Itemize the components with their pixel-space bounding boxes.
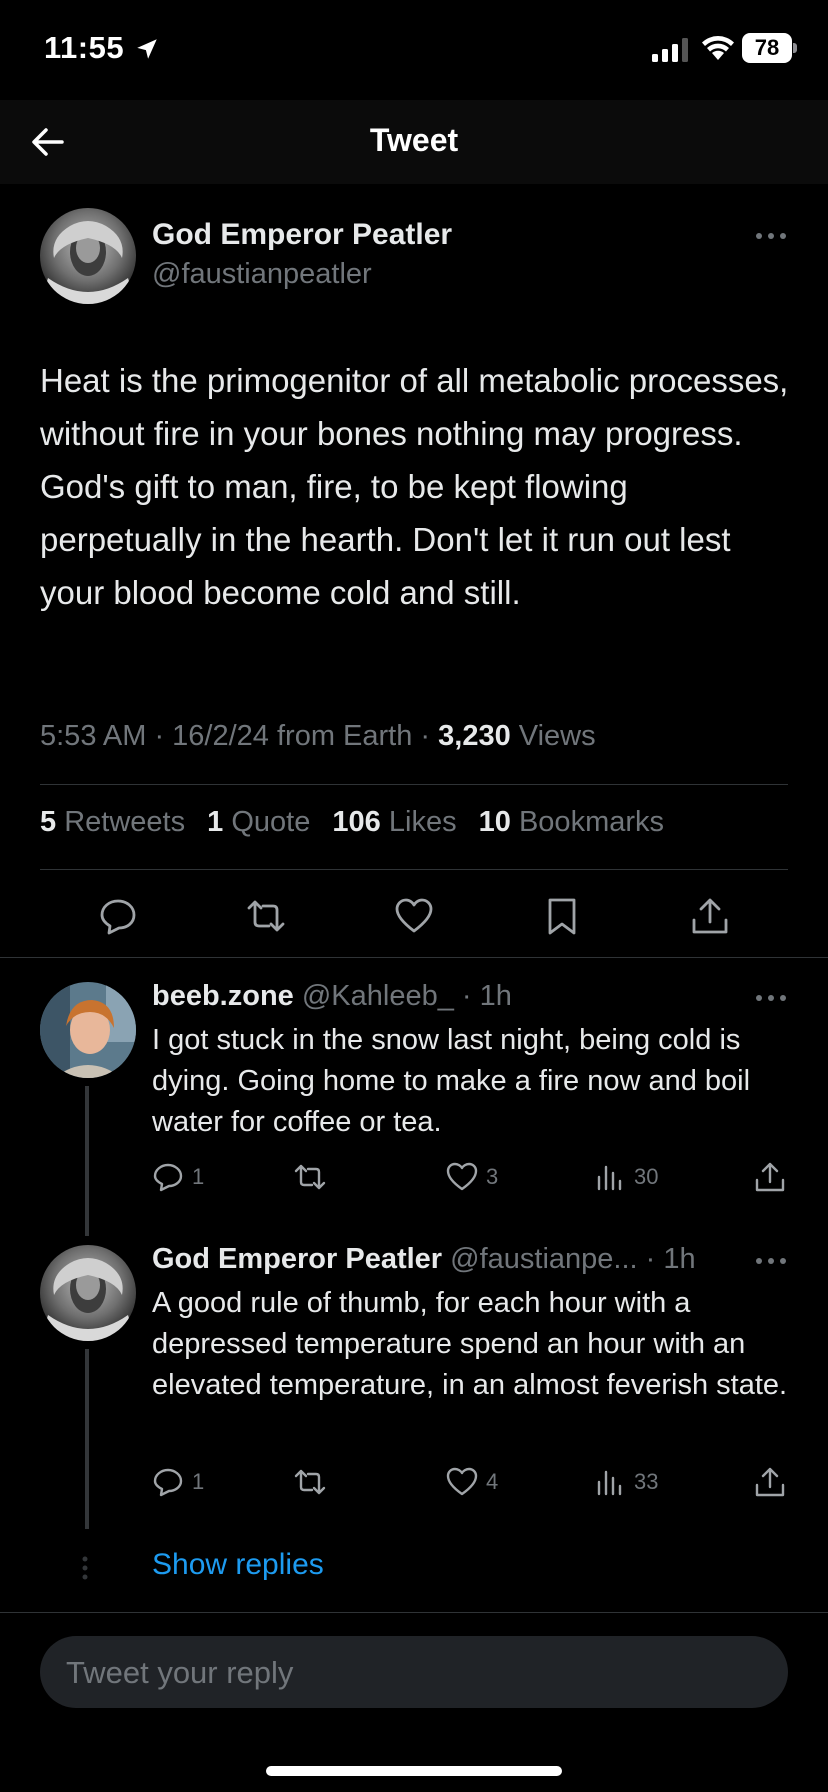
more-options-icon[interactable]: [755, 1257, 787, 1265]
view-count: 33: [634, 1469, 659, 1494]
like-button[interactable]: 4: [446, 1465, 498, 1499]
reply-handle-time[interactable]: @Kahleeb_ · 1h: [294, 980, 512, 1012]
reply-action-bar: 1 3 30: [152, 1160, 802, 1200]
quotes-stat[interactable]: 1 Quote: [207, 806, 310, 839]
reply-avatar[interactable]: [40, 982, 136, 1078]
retweet-icon: [294, 1469, 326, 1495]
views-bar-chart-icon: [597, 1470, 622, 1496]
avatar-image: [40, 208, 136, 304]
more-options-icon[interactable]: [755, 232, 787, 240]
thread-dots-icon: [82, 1556, 88, 1580]
author-avatar[interactable]: [40, 208, 136, 304]
thread-line: [85, 1086, 89, 1236]
share-icon: [755, 1162, 785, 1192]
avatar-image: [40, 982, 136, 1078]
wifi-icon: [702, 36, 734, 60]
views-label: Views: [510, 720, 596, 752]
tweet-stats: 5 Retweets 1 Quote 106 Likes 10 Bookmark…: [40, 806, 678, 839]
battery-icon: 78: [742, 33, 798, 63]
like-heart-icon[interactable]: [394, 896, 434, 936]
tweet-text: Heat is the primogenitor of all metaboli…: [40, 362, 789, 611]
nav-bar: Tweet: [0, 100, 828, 184]
reply-icon: [153, 1468, 183, 1497]
views-button[interactable]: 33: [594, 1465, 658, 1499]
status-bar: 11:55 78: [0, 0, 828, 100]
share-button[interactable]: [754, 1160, 786, 1194]
like-heart-icon: [446, 1162, 478, 1191]
reply-count: 1: [192, 1164, 205, 1189]
reply-text: A good rule of thumb, for each hour with…: [152, 1287, 788, 1401]
more-options-icon[interactable]: [755, 994, 787, 1002]
reply-icon: [153, 1163, 183, 1192]
views-count[interactable]: 3,230: [438, 720, 511, 752]
divider: [40, 784, 788, 785]
view-count: 30: [634, 1164, 659, 1189]
battery-level: 78: [742, 33, 792, 63]
reply-handle-time[interactable]: @faustianpe... · 1h: [442, 1243, 695, 1275]
author-handle[interactable]: @faustianpeatler: [152, 258, 372, 291]
bookmarks-stat[interactable]: 10 Bookmarks: [479, 806, 664, 839]
reply-input-placeholder: Tweet your reply: [66, 1655, 294, 1690]
reply-avatar[interactable]: [40, 1245, 136, 1341]
tweet-timestamp: 5:53 AM · 16/2/24 from Earth ·: [40, 720, 439, 752]
share-icon[interactable]: [690, 896, 730, 936]
like-count: 3: [486, 1164, 499, 1189]
page-title: Tweet: [369, 122, 459, 158]
tweet-meta: 5:53 AM · 16/2/24 from Earth · 3,230 Vie…: [40, 720, 596, 753]
reply-button[interactable]: 1: [152, 1465, 204, 1499]
home-indicator[interactable]: [266, 1766, 562, 1776]
show-replies-link[interactable]: Show replies: [152, 1548, 324, 1582]
tweet-action-bar: [40, 884, 790, 946]
status-time: 11:55: [44, 30, 125, 65]
thread-line: [85, 1349, 89, 1529]
reply-text: I got stuck in the snow last night, bein…: [152, 1024, 751, 1138]
reply-author-name[interactable]: beeb.zone: [152, 980, 294, 1012]
retweets-stat[interactable]: 5 Retweets: [40, 806, 185, 839]
cellular-signal-icon: [652, 38, 688, 62]
views-bar-chart-icon: [597, 1165, 622, 1191]
reply-icon[interactable]: [98, 896, 138, 936]
divider: [0, 957, 828, 958]
reply-author-name[interactable]: God Emperor Peatler: [152, 1243, 442, 1275]
location-arrow-icon: [137, 39, 157, 59]
reply-action-bar: 1 4 33: [152, 1465, 802, 1505]
like-count: 4: [486, 1469, 499, 1494]
like-button[interactable]: 3: [446, 1160, 498, 1194]
reply-count: 1: [192, 1469, 205, 1494]
retweet-icon[interactable]: [246, 896, 286, 936]
author-name[interactable]: God Emperor Peatler: [152, 218, 452, 252]
views-button[interactable]: 30: [594, 1160, 658, 1194]
bookmark-icon[interactable]: [542, 896, 582, 936]
retweet-icon: [294, 1164, 326, 1190]
retweet-button[interactable]: [294, 1465, 326, 1499]
reply-header: beeb.zone @Kahleeb_ · 1h: [152, 980, 512, 1013]
retweet-button[interactable]: [294, 1160, 326, 1194]
reply-header: God Emperor Peatler @faustianpe... · 1h: [152, 1243, 696, 1276]
share-icon: [755, 1467, 785, 1497]
likes-stat[interactable]: 106 Likes: [332, 806, 456, 839]
reply-button[interactable]: 1: [152, 1160, 204, 1194]
like-heart-icon: [446, 1467, 478, 1496]
divider: [40, 869, 788, 870]
share-button[interactable]: [754, 1465, 786, 1499]
avatar-image: [40, 1245, 136, 1341]
